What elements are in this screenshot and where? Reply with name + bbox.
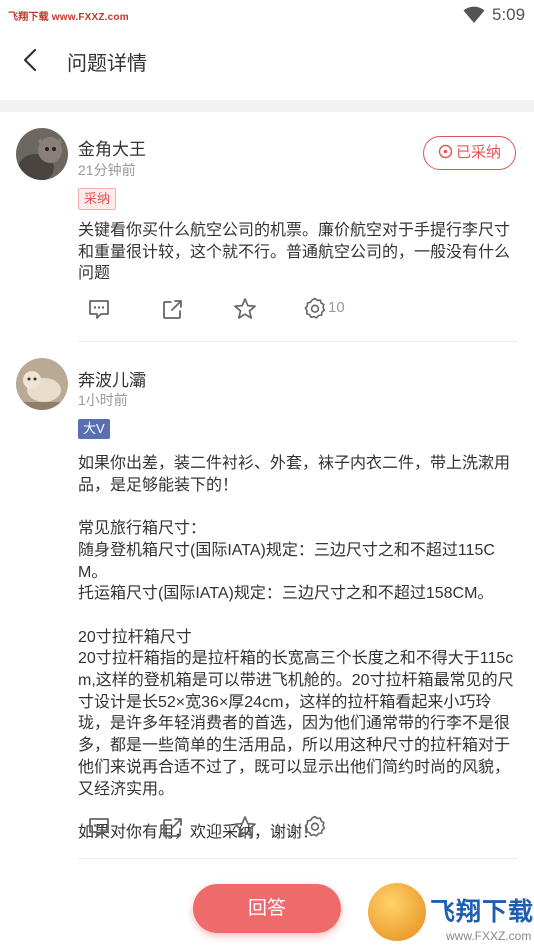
wifi-icon (463, 6, 485, 23)
gear-icon[interactable] (302, 814, 328, 840)
avatar[interactable] (16, 128, 68, 180)
back-arrow-icon[interactable] (18, 46, 46, 74)
adopted-button[interactable]: 已采纳 (423, 136, 516, 170)
settings-count: 10 (328, 299, 345, 316)
bigv-tag: 大V (78, 419, 110, 439)
clock-icon (438, 144, 453, 159)
gear-icon (304, 297, 326, 319)
answer-button[interactable]: 回答 (193, 884, 341, 933)
settings-action[interactable]: 10 (302, 296, 362, 322)
action-bar (86, 814, 386, 842)
comment-icon[interactable] (86, 814, 112, 840)
logo-emblem-icon (368, 883, 426, 941)
star-icon[interactable] (232, 814, 258, 840)
author-name[interactable]: 金角大王 (78, 135, 146, 160)
star-icon[interactable] (232, 296, 258, 322)
status-bar: 飞翔下载 www.FXXZ.com 5:09 (0, 0, 534, 30)
logo-text: 飞翔下载 (430, 898, 534, 926)
share-icon[interactable] (160, 296, 186, 322)
action-bar: 10 (86, 296, 386, 324)
comment-icon[interactable] (86, 296, 112, 322)
section-divider (0, 100, 534, 112)
page-title: 问题详情 (67, 53, 147, 75)
watermark-logo: 飞翔下载 www.FXXZ.com (362, 878, 534, 949)
logo-url: www.FXXZ.com (446, 929, 532, 943)
divider (78, 341, 518, 342)
avatar[interactable] (16, 358, 68, 410)
nav-bar: 问题详情 (0, 30, 534, 90)
adopt-tag: 采纳 (78, 188, 117, 210)
divider (78, 858, 518, 859)
author-name[interactable]: 奔波儿灞 (78, 366, 146, 391)
adopted-label: 已采纳 (455, 144, 501, 161)
answer-content: 如果你出差，装二件衬衫、外套，袜子内衣二件，带上洗漱用品，是足够能装下的！ 常见… (78, 455, 514, 841)
share-icon[interactable] (160, 814, 186, 840)
answer-content: 关键看你买什么航空公司的机票。廉价航空对于手提行李尺寸和重量很计较，这个就不行。… (78, 222, 511, 283)
status-time: 5:09 (492, 5, 526, 24)
post-time: 21分钟前 (78, 162, 136, 178)
post-time: 1小时前 (78, 392, 128, 408)
watermark-text: 飞翔下载 www.FXXZ.com (8, 12, 129, 23)
